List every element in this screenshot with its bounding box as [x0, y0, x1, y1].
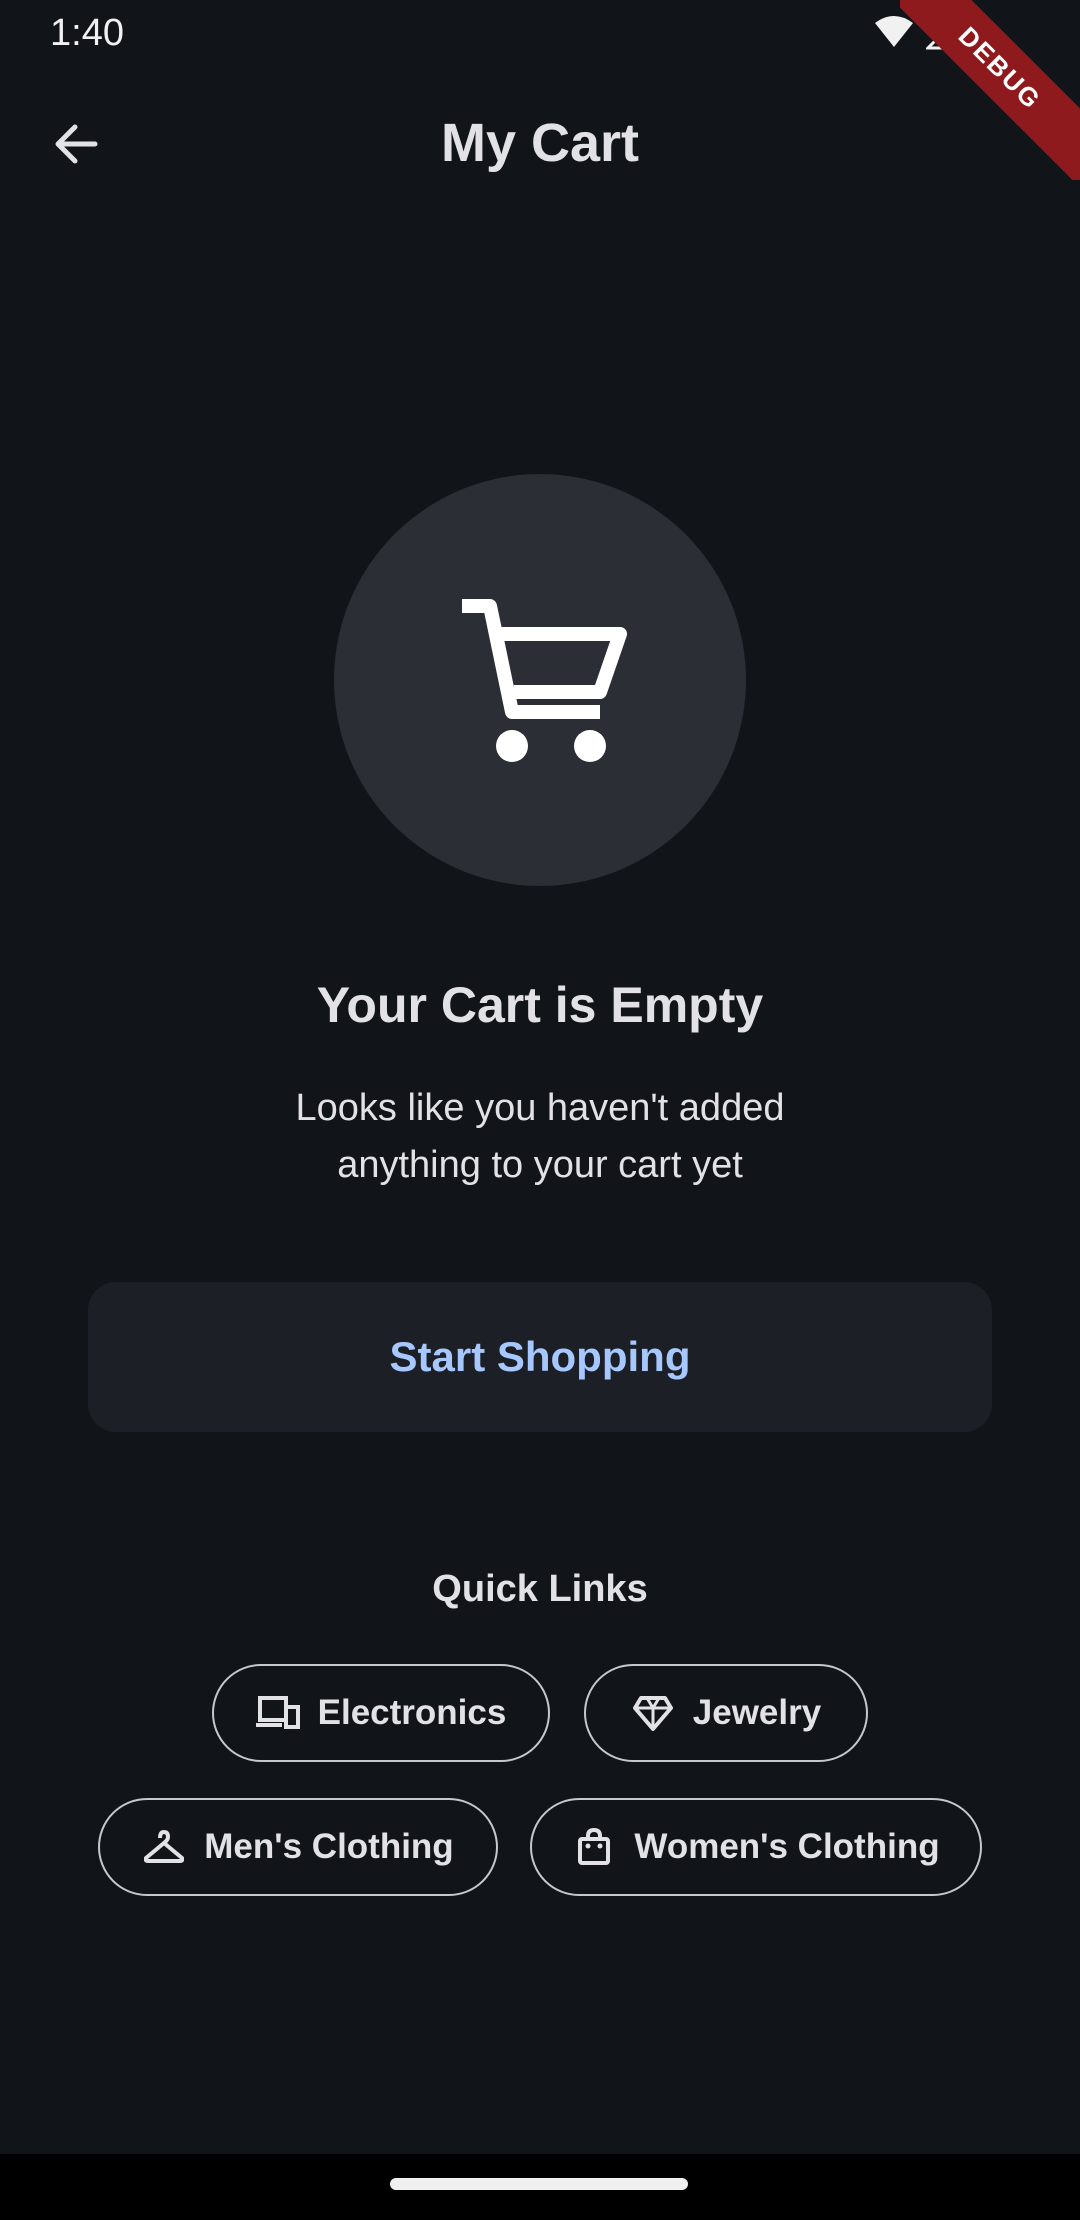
quick-link-label: Women's Clothing: [634, 1827, 940, 1866]
empty-cart-subtitle: Looks like you haven't added anything to…: [0, 1080, 1080, 1194]
empty-cart-subtitle-line2: anything to your cart yet: [337, 1144, 743, 1186]
system-nav-bar: [0, 2154, 1080, 2220]
quick-link-womens-clothing[interactable]: Women's Clothing: [530, 1798, 982, 1896]
quick-link-mens-clothing[interactable]: Men's Clothing: [98, 1798, 498, 1896]
status-time: 1:40: [50, 12, 124, 54]
shopping-bag-icon: [572, 1825, 616, 1869]
home-indicator[interactable]: [390, 2178, 688, 2190]
empty-cart-title: Your Cart is Empty: [316, 977, 764, 1033]
app-bar: My Cart: [0, 66, 1080, 222]
quick-link-label: Jewelry: [692, 1693, 822, 1732]
devices-icon: [255, 1691, 300, 1735]
page-title: My Cart: [440, 113, 640, 173]
cart-illustration: [334, 474, 746, 886]
hanger-icon: [142, 1825, 186, 1869]
empty-cart-subtitle-line1: Looks like you haven't added: [295, 1087, 785, 1129]
shopping-cart-icon: [450, 588, 630, 773]
quick-link-electronics[interactable]: Electronics: [212, 1664, 550, 1762]
quick-link-jewelry[interactable]: Jewelry: [584, 1664, 868, 1762]
quick-link-label: Electronics: [317, 1693, 507, 1732]
quick-links-title: Quick Links: [432, 1568, 648, 1610]
diamond-icon: [631, 1691, 675, 1735]
quick-link-label: Men's Clothing: [204, 1827, 454, 1866]
start-shopping-button[interactable]: Start Shopping: [88, 1282, 992, 1432]
